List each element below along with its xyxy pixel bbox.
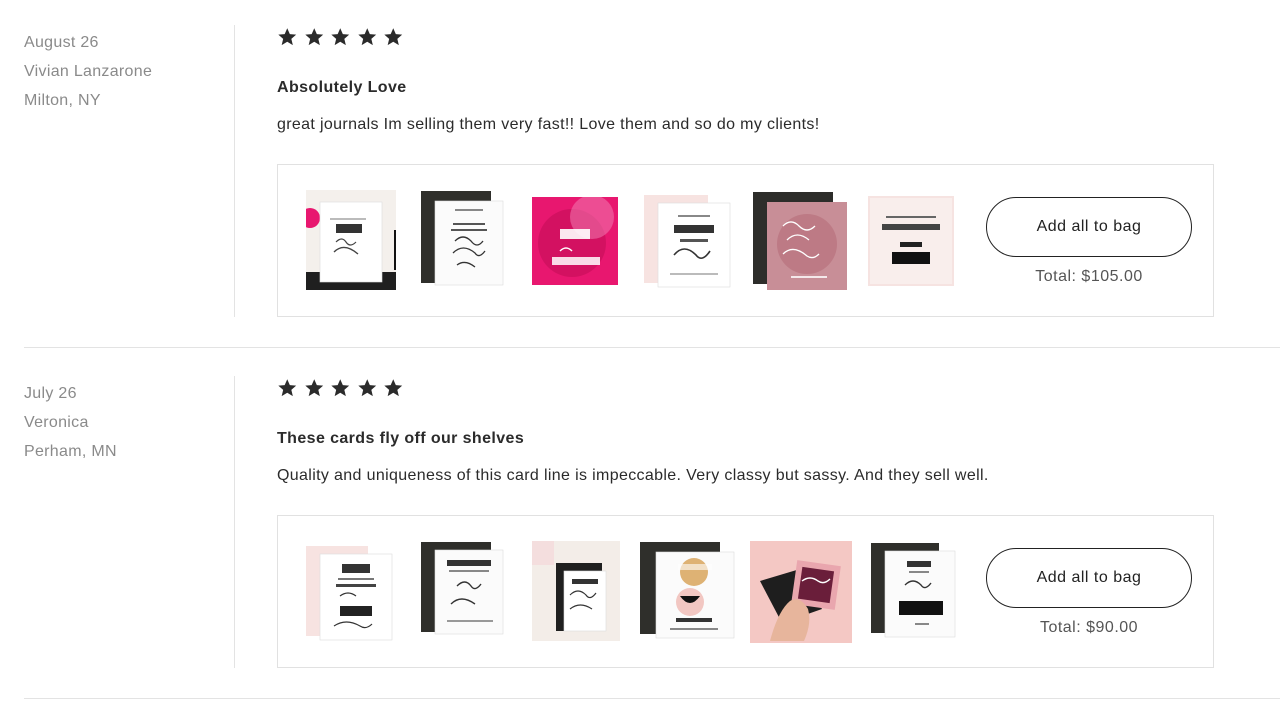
review-date: July 26	[24, 385, 77, 402]
add-all-to-bag-button[interactable]: Add all to bag	[986, 548, 1192, 608]
product-thumbnail[interactable]	[753, 192, 849, 290]
divider-horizontal	[24, 698, 1280, 699]
star-icon	[357, 378, 378, 398]
product-thumbnail[interactable]	[306, 544, 394, 642]
reviewer-name: Vivian Lanzarone	[24, 63, 153, 80]
review-item: August 26 Vivian Lanzarone Milton, NY Ab…	[0, 0, 1280, 348]
bundle-total: Total: $90.00	[1039, 619, 1139, 636]
review-title: Absolutely Love	[277, 79, 407, 96]
product-thumbnail[interactable]	[750, 541, 852, 643]
star-icon	[383, 378, 404, 398]
reviewer-name: Veronica	[24, 414, 89, 431]
star-icon	[330, 378, 351, 398]
product-thumbnail[interactable]	[421, 542, 505, 636]
product-thumbnail[interactable]	[532, 197, 618, 285]
product-thumbnail[interactable]	[640, 542, 736, 640]
review-date: August 26	[24, 34, 99, 51]
review-body: Quality and uniqueness of this card line…	[277, 467, 989, 484]
add-all-to-bag-button[interactable]: Add all to bag	[986, 197, 1192, 257]
product-thumbnail[interactable]	[532, 541, 620, 641]
star-icon	[277, 27, 298, 47]
review-item: July 26 Veronica Perham, MN These cards …	[0, 351, 1280, 699]
star-rating	[277, 378, 404, 398]
product-thumbnail[interactable]	[868, 196, 954, 286]
bundle-total: Total: $105.00	[1035, 268, 1143, 285]
star-icon	[277, 378, 298, 398]
reviewer-location: Perham, MN	[24, 443, 117, 460]
divider-vertical	[234, 25, 235, 317]
product-bundle: Add all to bag Total: $105.00	[277, 164, 1214, 317]
review-meta: July 26 Veronica Perham, MN	[24, 379, 234, 466]
reviewer-location: Milton, NY	[24, 92, 101, 109]
divider-vertical	[234, 376, 235, 668]
review-body: great journals Im selling them very fast…	[277, 116, 820, 133]
product-bundle: Add all to bag Total: $90.00	[277, 515, 1214, 668]
product-thumbnail[interactable]	[871, 543, 957, 639]
review-meta: August 26 Vivian Lanzarone Milton, NY	[24, 28, 234, 115]
star-icon	[330, 27, 351, 47]
star-rating	[277, 27, 404, 47]
star-icon	[304, 27, 325, 47]
star-icon	[304, 378, 325, 398]
product-thumbnail[interactable]	[644, 193, 732, 289]
star-icon	[357, 27, 378, 47]
divider-horizontal	[24, 347, 1280, 348]
star-icon	[383, 27, 404, 47]
product-thumbnail[interactable]	[306, 190, 396, 290]
review-title: These cards fly off our shelves	[277, 430, 525, 447]
product-thumbnail[interactable]	[421, 191, 505, 287]
